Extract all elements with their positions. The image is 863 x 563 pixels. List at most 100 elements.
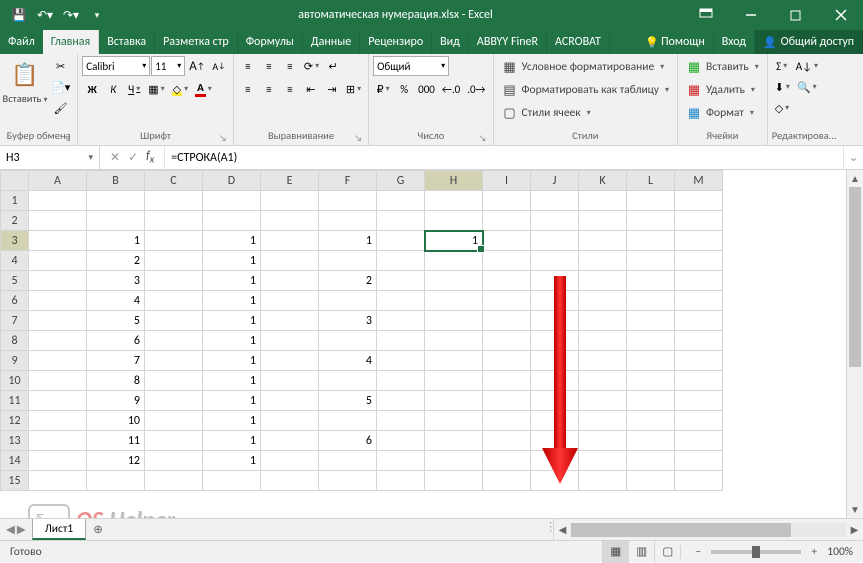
cell[interactable] — [531, 431, 579, 451]
cell[interactable] — [675, 211, 723, 231]
col-header[interactable]: H — [425, 171, 483, 191]
cell[interactable] — [627, 271, 675, 291]
cell[interactable]: 1 — [87, 231, 145, 251]
indent-increase-icon[interactable]: ⇥ — [322, 79, 342, 99]
cell[interactable] — [29, 351, 87, 371]
cell[interactable] — [261, 211, 319, 231]
shrink-font-icon[interactable]: A↓ — [209, 56, 229, 76]
cell[interactable] — [377, 191, 425, 211]
row-header[interactable]: 15 — [1, 471, 29, 491]
dialog-launcher-icon[interactable]: ↘ — [479, 133, 487, 144]
cell[interactable] — [483, 371, 531, 391]
cell[interactable] — [627, 431, 675, 451]
minimize-icon[interactable] — [728, 0, 773, 30]
tab-данные[interactable]: Данные — [303, 30, 360, 54]
cell[interactable]: 1 — [203, 351, 261, 371]
wrap-text-icon[interactable]: ↵ — [323, 56, 343, 76]
scroll-left-icon[interactable]: ◀ — [554, 523, 571, 536]
cell[interactable] — [579, 271, 627, 291]
cell[interactable] — [261, 471, 319, 491]
cell[interactable] — [531, 331, 579, 351]
cell[interactable]: 11 — [87, 431, 145, 451]
row-header[interactable]: 1 — [1, 191, 29, 211]
cell[interactable] — [145, 311, 203, 331]
cell[interactable]: 3 — [87, 271, 145, 291]
cell[interactable] — [425, 211, 483, 231]
cell[interactable] — [29, 211, 87, 231]
cell[interactable] — [675, 411, 723, 431]
cell[interactable] — [29, 191, 87, 211]
cell[interactable] — [579, 211, 627, 231]
insert-cells-button[interactable]: ▦Вставить — [682, 56, 763, 78]
view-page-break-icon[interactable]: ▢ — [654, 541, 680, 563]
cell[interactable] — [579, 411, 627, 431]
zoom-in-icon[interactable]: + — [807, 545, 821, 559]
cell[interactable] — [425, 311, 483, 331]
scroll-right-icon[interactable]: ▶ — [846, 523, 863, 536]
cell[interactable] — [531, 471, 579, 491]
cell[interactable] — [377, 271, 425, 291]
font-color-icon[interactable]: A — [192, 79, 215, 99]
cell[interactable] — [627, 371, 675, 391]
cell[interactable]: 12 — [87, 451, 145, 471]
cell[interactable] — [29, 331, 87, 351]
new-sheet-icon[interactable]: ⊕ — [86, 519, 110, 540]
cell[interactable] — [531, 251, 579, 271]
cell[interactable] — [531, 311, 579, 331]
cell[interactable] — [675, 451, 723, 471]
cell[interactable] — [87, 211, 145, 231]
align-top-icon[interactable]: ≡ — [238, 56, 258, 76]
cell[interactable] — [319, 251, 377, 271]
find-icon[interactable]: 🔍 — [794, 77, 820, 97]
cell[interactable] — [145, 231, 203, 251]
cell[interactable] — [579, 351, 627, 371]
zoom-slider[interactable] — [711, 550, 801, 554]
cell[interactable] — [675, 191, 723, 211]
cell[interactable] — [579, 331, 627, 351]
cell[interactable] — [425, 331, 483, 351]
cell[interactable] — [627, 251, 675, 271]
cell[interactable] — [145, 371, 203, 391]
cell[interactable] — [675, 351, 723, 371]
align-left-icon[interactable]: ≡ — [238, 79, 258, 99]
ribbon-options-icon[interactable] — [683, 0, 728, 30]
cell[interactable] — [203, 191, 261, 211]
row-header[interactable]: 14 — [1, 451, 29, 471]
cell[interactable] — [483, 231, 531, 251]
cell[interactable] — [261, 291, 319, 311]
fill-color-icon[interactable]: ◇ — [169, 79, 191, 99]
cell[interactable] — [261, 331, 319, 351]
cell[interactable] — [425, 451, 483, 471]
row-header[interactable]: 2 — [1, 211, 29, 231]
scroll-thumb[interactable] — [849, 187, 861, 367]
border-icon[interactable]: ▦ — [145, 79, 167, 99]
cell[interactable] — [377, 251, 425, 271]
decrease-decimal-icon[interactable]: .0→ — [464, 79, 488, 99]
cell[interactable] — [87, 471, 145, 491]
font-name-combo[interactable]: Calibri▾ — [82, 56, 150, 76]
cell[interactable] — [627, 411, 675, 431]
view-normal-icon[interactable]: ▦ — [602, 541, 628, 563]
col-header[interactable]: G — [377, 171, 425, 191]
row-header[interactable]: 13 — [1, 431, 29, 451]
col-header[interactable]: E — [261, 171, 319, 191]
cell[interactable] — [531, 451, 579, 471]
cell[interactable] — [483, 271, 531, 291]
align-right-icon[interactable]: ≡ — [280, 79, 300, 99]
sheet-nav-prev-icon[interactable]: ◀ — [6, 522, 15, 537]
cell-styles-button[interactable]: ▢Стили ячеек — [498, 102, 674, 124]
cell[interactable] — [319, 371, 377, 391]
cell[interactable]: 7 — [87, 351, 145, 371]
cell[interactable] — [425, 251, 483, 271]
col-header[interactable]: C — [145, 171, 203, 191]
cell[interactable] — [377, 291, 425, 311]
cell[interactable] — [675, 431, 723, 451]
cell[interactable] — [29, 271, 87, 291]
col-header[interactable]: K — [579, 171, 627, 191]
tab-разметка стр[interactable]: Разметка стр — [155, 30, 238, 54]
cell[interactable]: 1 — [203, 431, 261, 451]
cell[interactable] — [319, 471, 377, 491]
cell[interactable] — [483, 431, 531, 451]
cell[interactable] — [579, 191, 627, 211]
horizontal-scrollbar[interactable]: ◀ ▶ — [553, 519, 863, 540]
